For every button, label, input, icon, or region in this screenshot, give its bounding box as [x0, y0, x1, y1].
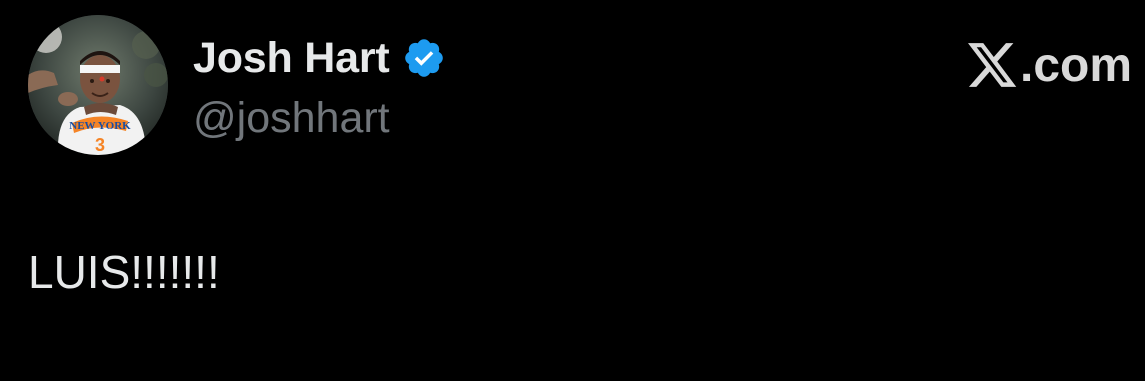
svg-text:3: 3	[95, 135, 105, 155]
avatar-photo: NEW YORK 3	[28, 15, 168, 155]
x-logo-icon	[968, 43, 1017, 87]
brand-watermark: .com	[968, 38, 1132, 94]
avatar[interactable]: NEW YORK 3	[28, 15, 168, 155]
author-handle[interactable]: @joshhart	[193, 90, 390, 146]
author-display-name[interactable]: Josh Hart	[193, 30, 390, 86]
verified-badge-icon	[404, 39, 443, 77]
svg-text:NEW YORK: NEW YORK	[69, 120, 131, 132]
author-name-row: Josh Hart	[193, 30, 446, 86]
brand-domain-text: .com	[1020, 39, 1133, 92]
tweet-text: LUIS!!!!!!!	[28, 246, 220, 298]
